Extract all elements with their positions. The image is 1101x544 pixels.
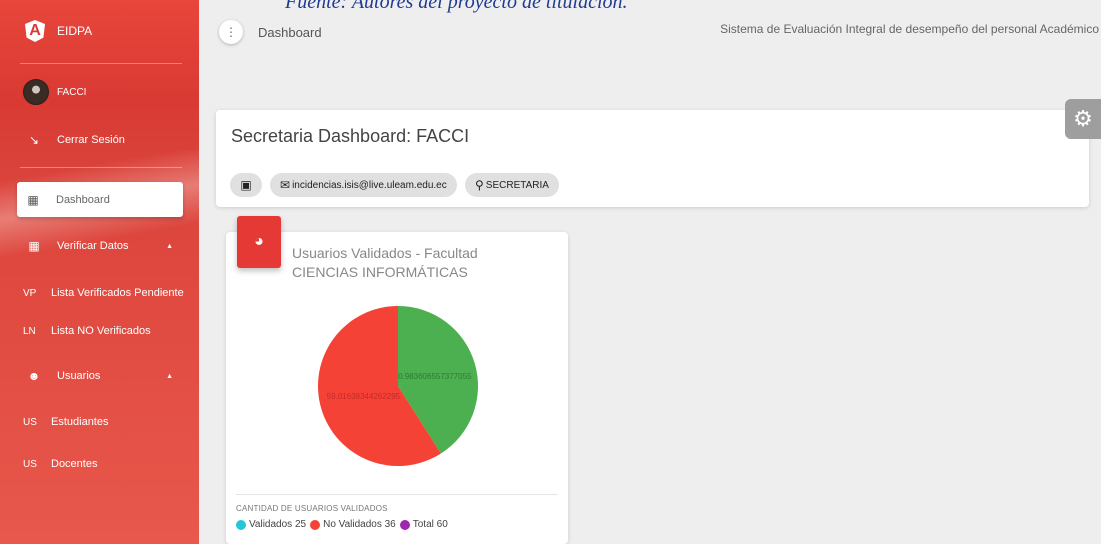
- key-icon: ⚲: [475, 178, 484, 192]
- legend-item-no-validados: No Validados 36: [323, 519, 396, 530]
- role-chip[interactable]: ⚲ SECRETARIA: [465, 173, 559, 197]
- sidebar-item-abbr: US: [23, 458, 37, 470]
- sidebar-item-verificar-datos[interactable]: ▦ Verificar Datos ▲: [0, 236, 199, 256]
- dashboard-icon: ▦: [27, 192, 39, 207]
- logout-link[interactable]: ↘ Cerrar Sesión: [0, 130, 199, 150]
- gear-icon: ⚙: [1073, 106, 1093, 131]
- legend-dot-validados: [236, 519, 246, 530]
- sidebar-item-label: Dashboard: [56, 193, 110, 206]
- angular-logo-icon: A: [25, 20, 45, 42]
- chart-card: Usuarios Validados - Facultad CIENCIAS I…: [226, 232, 568, 544]
- sidebar-item-lista-verificados-pendiente[interactable]: VP Lista Verificados Pendiente: [0, 284, 199, 302]
- chart-divider: [236, 494, 558, 495]
- pie-chart-icon: ◕: [254, 233, 264, 250]
- logout-icon: ↘: [28, 133, 40, 147]
- sidebar: A EIDPA FACCI ↘ Cerrar Sesión ▦ Dashboar…: [0, 0, 199, 544]
- chevron-up-icon: ▲: [166, 372, 173, 380]
- pie-slice-label: 59.01639344262295: [327, 392, 401, 401]
- app-name: EIDPA: [57, 24, 93, 38]
- legend-item-total: Total 60: [412, 519, 448, 530]
- sidebar-item-label: Lista NO Verificados: [51, 325, 151, 337]
- more-vert-icon: ⋮: [225, 25, 237, 39]
- chevron-up-icon: ▲: [166, 242, 173, 250]
- pie-chart: 40.983606557377055 59.01639344262295: [318, 306, 479, 466]
- chart-footer-caption: CANTIDAD DE USUARIOS VALIDADOS: [236, 504, 388, 513]
- people-icon: ☻: [27, 369, 41, 383]
- sidebar-item-usuarios[interactable]: ☻ Usuarios ▲: [0, 366, 199, 386]
- sidebar-item-abbr: VP: [23, 287, 37, 299]
- sidebar-item-label: Docentes: [51, 458, 98, 470]
- sidebar-item-abbr: LN: [23, 325, 36, 337]
- chart-legend: Validados 25 No Validados 36 Total 60: [236, 519, 452, 530]
- dashboard-header-card: Secretaria Dashboard: FACCI ▣ ✉ incidenc…: [216, 110, 1089, 207]
- chart-badge: ◕: [237, 216, 281, 268]
- profile-chip[interactable]: ▣: [230, 173, 262, 197]
- sidebar-item-label: Usuarios: [57, 370, 101, 382]
- sidebar-item-estudiantes[interactable]: US Estudiantes: [0, 413, 199, 431]
- email-chip[interactable]: ✉ incidencias.isis@live.uleam.edu.ec: [270, 173, 457, 197]
- dashboard-heading: Secretaria Dashboard: FACCI: [231, 126, 470, 146]
- email-icon: ✉: [280, 178, 291, 192]
- user-name: FACCI: [57, 86, 87, 98]
- system-title: Sistema de Evaluación Integral de desemp…: [720, 22, 1099, 36]
- legend-item-validados: Validados 25: [249, 519, 307, 530]
- sidebar-divider: [20, 63, 182, 64]
- page-title: Dashboard: [258, 25, 322, 40]
- sidebar-item-label: Estudiantes: [51, 416, 109, 428]
- legend-dot-total: [399, 519, 410, 530]
- app-logo-link[interactable]: A EIDPA: [0, 18, 199, 44]
- user-profile[interactable]: FACCI: [0, 78, 199, 106]
- sidebar-item-abbr: US: [23, 416, 37, 428]
- sidebar-item-dashboard[interactable]: ▦ Dashboard: [17, 182, 183, 217]
- more-menu-button[interactable]: ⋮: [219, 20, 243, 44]
- sidebar-divider: [20, 167, 182, 168]
- sidebar-item-docentes[interactable]: US Docentes: [0, 455, 199, 473]
- role-text: SECRETARIA: [485, 179, 549, 191]
- pie-slice-label: 40.983606557377055: [394, 372, 472, 381]
- settings-gear-button[interactable]: ⚙: [1065, 99, 1101, 139]
- figure-caption: Fuente: Autores del proyecto de titulaci…: [285, 0, 628, 13]
- sidebar-item-label: Verificar Datos: [57, 240, 129, 252]
- account-box-icon: ▣: [240, 178, 252, 192]
- email-text: incidencias.isis@live.uleam.edu.ec: [292, 179, 447, 191]
- sidebar-item-lista-no-verificados[interactable]: LN Lista NO Verificados: [0, 322, 199, 340]
- legend-dot-no-validados: [310, 519, 321, 530]
- avatar: [23, 79, 49, 105]
- logout-label: Cerrar Sesión: [57, 134, 125, 146]
- apps-icon: ▦: [28, 239, 40, 253]
- sidebar-item-label: Lista Verificados Pendiente: [51, 287, 184, 299]
